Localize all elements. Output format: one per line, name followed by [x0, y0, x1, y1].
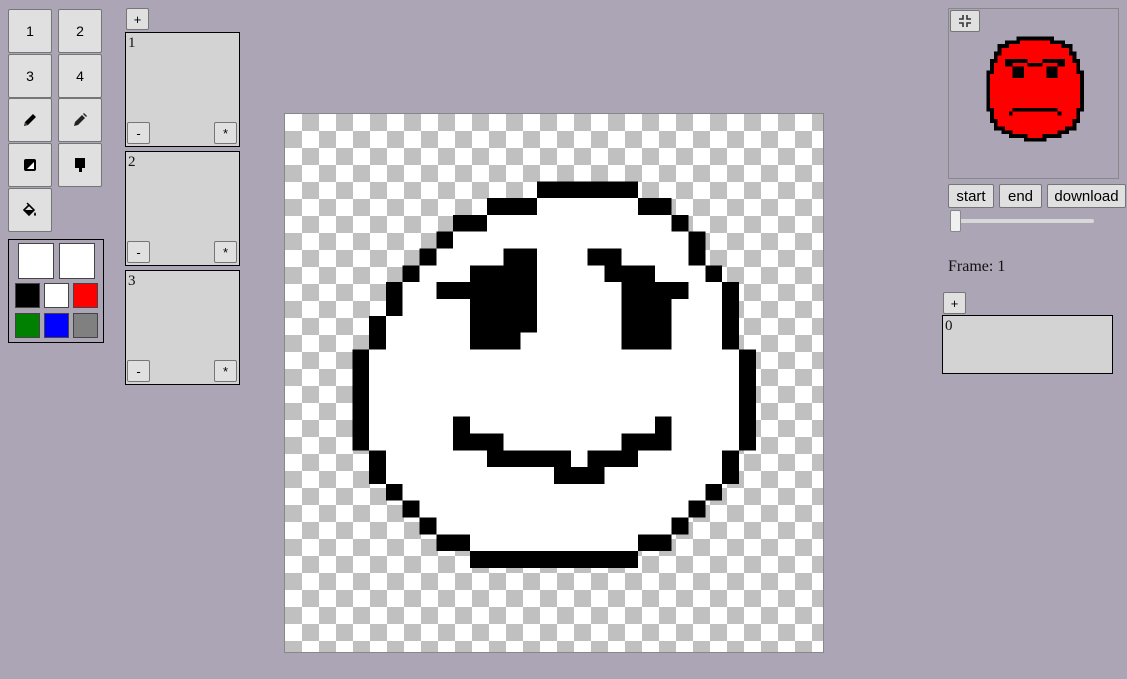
brush-size-label: 3 — [26, 68, 34, 84]
duplicate-layer-label: * — [222, 244, 229, 260]
frame-item[interactable]: 0 — [942, 315, 1113, 374]
brush-tool-button[interactable] — [58, 143, 102, 187]
animation-preview — [948, 8, 1119, 179]
drawing-canvas[interactable] — [284, 113, 824, 653]
duplicate-layer-button[interactable]: * — [214, 360, 237, 382]
frame-number: 0 — [945, 318, 953, 334]
brush-size-label: 1 — [26, 23, 34, 39]
end-label: end — [1007, 187, 1034, 205]
duplicate-layer-button[interactable]: * — [214, 122, 237, 144]
duplicate-layer-label: * — [222, 363, 229, 379]
brush-size-1-button[interactable]: 1 — [8, 9, 52, 53]
remove-layer-label: - — [136, 244, 141, 260]
brush-size-label: 4 — [76, 68, 84, 84]
remove-layer-button[interactable]: - — [127, 122, 150, 144]
brush-size-label: 2 — [76, 23, 84, 39]
collapse-icon — [959, 15, 971, 27]
pencil-tool-button[interactable] — [8, 98, 52, 142]
palette-swatch-red[interactable] — [73, 283, 98, 308]
start-label: start — [956, 187, 986, 205]
duplicate-layer-label: * — [222, 125, 229, 141]
add-layer-button[interactable]: + — [126, 8, 149, 30]
eraser-tool-button[interactable] — [8, 143, 52, 187]
add-frame-button[interactable]: + — [943, 292, 966, 314]
frame-slider-track[interactable] — [955, 219, 1094, 223]
layer-number: 3 — [128, 273, 136, 289]
preview-face — [986, 36, 1084, 142]
paint-bucket-icon — [22, 202, 36, 217]
end-button[interactable]: end — [999, 184, 1042, 208]
layer-item[interactable]: 3 - * — [125, 270, 240, 385]
frame-label: Frame: 1 — [948, 258, 1006, 275]
remove-layer-button[interactable]: - — [127, 360, 150, 382]
palette-swatch-green[interactable] — [15, 313, 40, 338]
palette-swatch-white[interactable] — [44, 283, 69, 308]
palette-swatch-gray[interactable] — [73, 313, 98, 338]
duplicate-layer-button[interactable]: * — [214, 241, 237, 263]
palette-swatch-blue[interactable] — [44, 313, 69, 338]
primary-color-swatch[interactable] — [18, 243, 54, 279]
download-label: download — [1054, 187, 1119, 205]
brush-size-4-button[interactable]: 4 — [58, 54, 102, 98]
layer-item[interactable]: 1 - * — [125, 32, 240, 147]
layer-number: 1 — [128, 35, 136, 51]
download-button[interactable]: download — [1047, 184, 1126, 208]
remove-layer-label: - — [136, 363, 141, 379]
secondary-color-swatch[interactable] — [59, 243, 95, 279]
frame-slider-thumb[interactable] — [950, 210, 961, 232]
pen-tool-button[interactable] — [58, 98, 102, 142]
start-button[interactable]: start — [948, 184, 994, 208]
add-layer-label: + — [133, 11, 142, 27]
brush-size-2-button[interactable]: 2 — [58, 9, 102, 53]
fill-tool-button[interactable] — [8, 188, 52, 232]
add-frame-label: + — [950, 295, 959, 311]
palette-swatch-black[interactable] — [15, 283, 40, 308]
brush-size-3-button[interactable]: 3 — [8, 54, 52, 98]
color-palette — [8, 239, 104, 343]
layer-item[interactable]: 2 - * — [125, 151, 240, 266]
brush-icon — [75, 158, 85, 172]
pencil-icon — [24, 114, 36, 126]
pixel-art-smiley — [352, 181, 756, 568]
remove-layer-button[interactable]: - — [127, 241, 150, 263]
layer-number: 2 — [128, 154, 136, 170]
pen-icon — [74, 113, 87, 126]
eraser-icon — [24, 159, 36, 171]
remove-layer-label: - — [136, 125, 141, 141]
